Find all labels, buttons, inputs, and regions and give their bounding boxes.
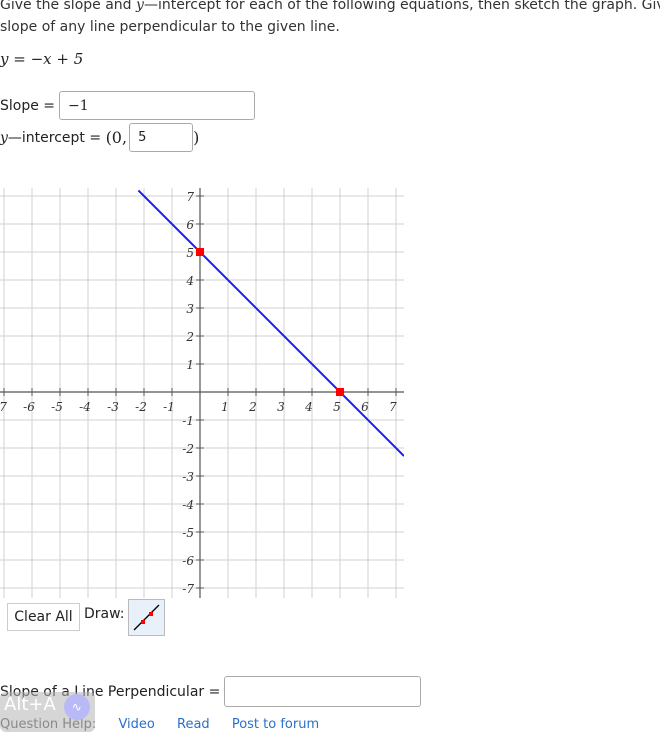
y-tick-label: 2 [185, 330, 194, 344]
x-tick-label: -6 [23, 400, 35, 414]
instruction-line-2: slope of any line perpendicular to the g… [0, 19, 340, 35]
intercept-value: 5 [138, 130, 147, 145]
x-tick-label: 5 [333, 400, 341, 414]
y-tick-label: 1 [186, 358, 194, 372]
shortcut-text: Alt+A [4, 694, 56, 715]
intercept-row: y —intercept = (0, 5 ) [0, 123, 199, 152]
graphed-line [137, 189, 404, 457]
intercept-label: —intercept = [7, 129, 106, 146]
y-tick-label: 3 [186, 302, 194, 316]
x-tick-label: -4 [79, 400, 91, 414]
draw-label: Draw: [84, 606, 125, 622]
line-point [196, 248, 204, 256]
equation: y = −x + 5 [0, 50, 84, 68]
y-tick-label: 7 [186, 190, 194, 204]
y-tick-label: 6 [186, 218, 194, 232]
intercept-open: (0, [105, 128, 128, 147]
slope-value: −1 [68, 97, 89, 114]
x-tick-label: 7 [389, 400, 397, 414]
x-tick-label: 1 [221, 400, 229, 414]
y-tick-label: 4 [185, 274, 194, 288]
line-point [336, 388, 344, 396]
x-tick-label: 6 [361, 400, 369, 414]
instruction-text-2: —intercept for each of the following equ… [143, 0, 660, 13]
slope-row: Slope = −1 [0, 91, 256, 120]
y-tick-label: -6 [182, 554, 194, 568]
video-link[interactable]: Video [118, 717, 154, 732]
slope-label: Slope = [0, 97, 56, 114]
y-tick-label: 5 [186, 246, 194, 260]
x-tick-label: 4 [304, 400, 313, 414]
x-tick-label: -5 [51, 400, 63, 414]
y-tick-label: -7 [182, 582, 194, 596]
slope-input[interactable]: −1 [59, 91, 256, 120]
y-tick-label: -5 [182, 526, 194, 540]
x-tick-label: -1 [163, 400, 175, 414]
x-tick-label: -7 [0, 400, 7, 414]
shortcut-overlay[interactable]: Alt+A ∿ [0, 692, 95, 732]
line-tool-button[interactable] [128, 599, 165, 636]
read-link[interactable]: Read [177, 717, 210, 732]
perpendicular-input[interactable] [224, 676, 422, 707]
intercept-var: y [0, 129, 8, 146]
intercept-close: ) [193, 128, 200, 147]
intercept-input[interactable]: 5 [129, 123, 194, 152]
clear-all-button[interactable]: Clear All [7, 603, 80, 631]
instruction-text: Give the slope and [0, 0, 137, 13]
instructions: Give the slope and y—intercept for each … [0, 0, 660, 38]
y-tick-label: -3 [182, 470, 194, 484]
instruction-var: y [136, 0, 144, 13]
y-tick-label: -2 [182, 442, 194, 456]
audio-icon: ∿ [63, 694, 90, 720]
x-tick-label: 2 [248, 400, 257, 414]
x-tick-label: -2 [135, 400, 147, 414]
x-tick-label: 3 [277, 400, 285, 414]
y-tick-label: -4 [182, 498, 194, 512]
x-tick-label: -3 [107, 400, 119, 414]
y-tick-label: -1 [182, 414, 194, 428]
forum-link[interactable]: Post to forum [232, 717, 319, 732]
line-tool-icon [133, 604, 160, 631]
graph-canvas[interactable]: -7 -6 -5 -4 -3 -2 -1 1 2 3 4 5 6 7 7 6 5 4 3 2 1 -1 -2 -3 -4 -5 -6… [0, 188, 404, 598]
